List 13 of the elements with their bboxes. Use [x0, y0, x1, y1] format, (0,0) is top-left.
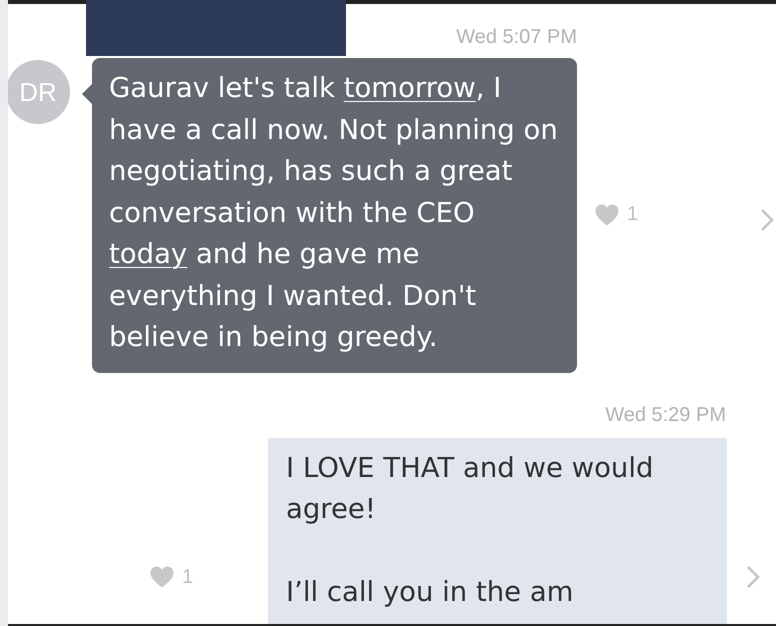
like-count: 1 [182, 566, 194, 588]
message-text: I LOVE THAT and we would agree! [286, 450, 654, 527]
message-text: I’ll call you in the am [286, 575, 574, 610]
timestamp: Wed 5:29 PM [605, 402, 726, 428]
chevron-icon[interactable] [760, 208, 774, 232]
chevron-icon[interactable] [746, 564, 760, 588]
heart-icon[interactable] [150, 566, 174, 588]
link[interactable]: today [109, 238, 188, 270]
link[interactable]: tomorrow [344, 72, 476, 104]
like-count: 1 [627, 203, 638, 226]
heart-icon[interactable] [595, 204, 619, 226]
timestamp: Wed 5:07 PM [456, 25, 577, 50]
message-text: Gaurav let's talk tomorrow, I have a call now. Not planning on negotiating, has such a great conversation with the CEO today and he gave me everything I wanted. Don't believe in being greedy. [109, 71, 559, 355]
